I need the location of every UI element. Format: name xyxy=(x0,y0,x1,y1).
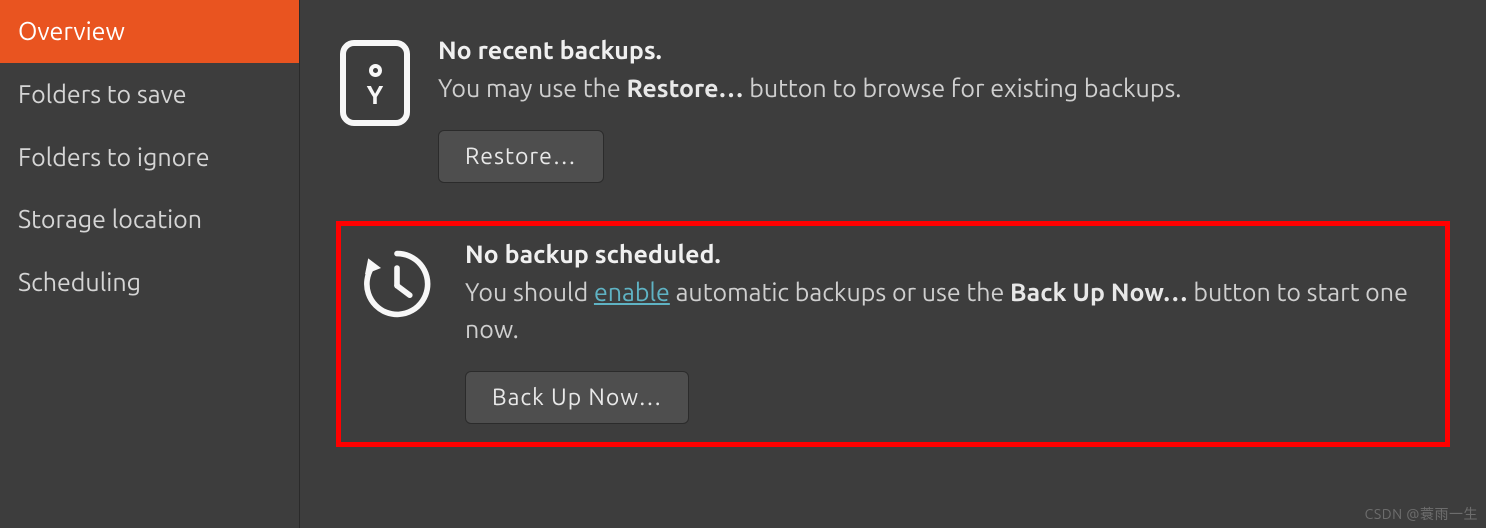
restore-desc-after: button to browse for existing backups. xyxy=(743,74,1181,102)
main-panel: Y No recent backups. You may use the Res… xyxy=(300,0,1486,528)
restore-button[interactable]: Restore… xyxy=(438,130,604,183)
watermark: CSDN @蓑雨一生 xyxy=(1365,504,1478,524)
restore-description: You may use the Restore… button to brows… xyxy=(438,70,1446,108)
sidebar: Overview Folders to save Folders to igno… xyxy=(0,0,300,528)
backup-desc-strong: Back Up Now… xyxy=(1010,278,1188,306)
enable-link[interactable]: enable xyxy=(594,278,670,306)
backup-content: No backup scheduled. You should enable a… xyxy=(465,240,1437,424)
clock-history-icon xyxy=(357,240,437,328)
sidebar-item-scheduling[interactable]: Scheduling xyxy=(0,251,299,314)
sidebar-item-storage-location[interactable]: Storage location xyxy=(0,188,299,251)
restore-title: No recent backups. xyxy=(438,36,1446,64)
sidebar-item-overview[interactable]: Overview xyxy=(0,0,299,63)
restore-section: Y No recent backups. You may use the Res… xyxy=(336,28,1450,191)
backup-desc-a: You should xyxy=(465,278,594,306)
backup-desc-b: automatic backups or use the xyxy=(670,278,1010,306)
safe-icon: Y xyxy=(340,36,410,126)
sidebar-item-folders-to-ignore[interactable]: Folders to ignore xyxy=(0,126,299,189)
restore-content: No recent backups. You may use the Resto… xyxy=(438,36,1446,183)
restore-desc-strong: Restore… xyxy=(626,74,743,102)
sidebar-item-folders-to-save[interactable]: Folders to save xyxy=(0,63,299,126)
backup-title: No backup scheduled. xyxy=(465,240,1437,268)
backup-now-button[interactable]: Back Up Now… xyxy=(465,371,689,424)
backup-description: You should enable automatic backups or u… xyxy=(465,274,1437,349)
backup-section: No backup scheduled. You should enable a… xyxy=(336,221,1450,447)
restore-desc-before: You may use the xyxy=(438,74,626,102)
